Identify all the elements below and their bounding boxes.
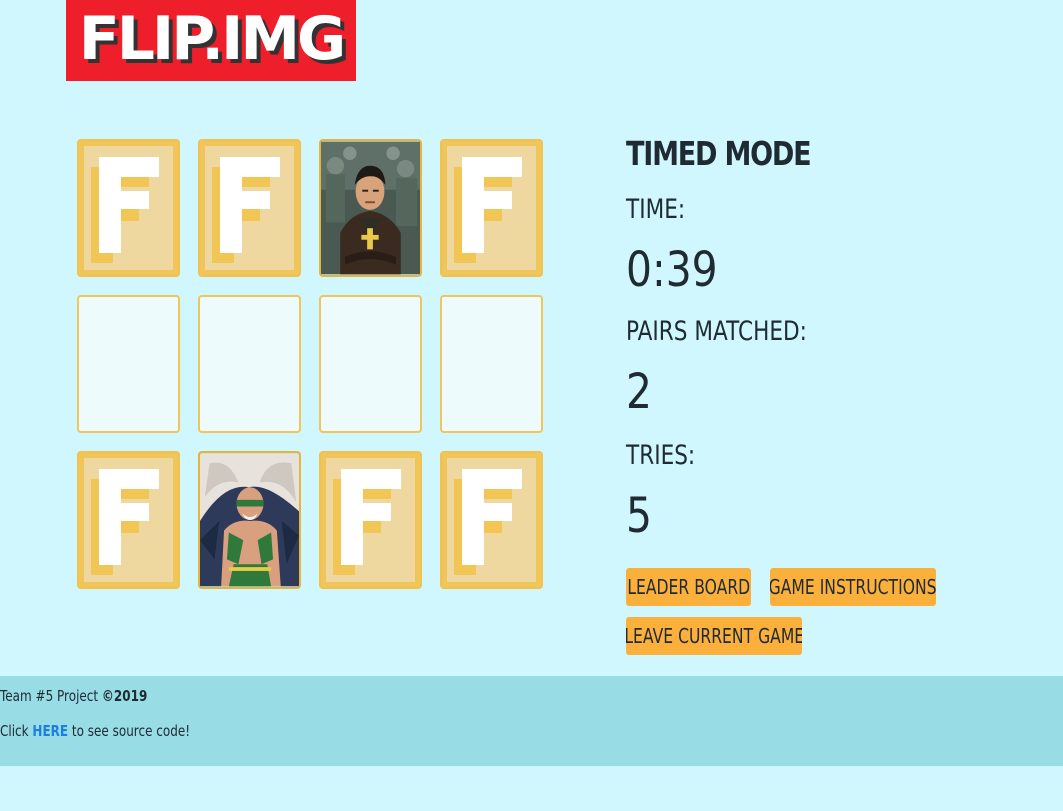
card-back-f-emblem: [462, 503, 512, 521]
soldier-portrait-image: [321, 141, 420, 275]
footer-team-line: Team #5 Project ©2019: [0, 687, 147, 705]
heroine-portrait-image: [200, 453, 299, 587]
card-back-f-emblem: [462, 157, 522, 177]
time-value: 0:39: [626, 242, 718, 298]
logo-text: FLIP.IMG: [78, 3, 347, 74]
card-back-f-emblem: [99, 469, 159, 489]
card-back-f-emblem: [99, 157, 159, 177]
card-face-soldier: [319, 139, 422, 277]
game-instructions-button-label: GAME INSTRUCTIONS: [770, 575, 936, 599]
card-back-f-emblem: [341, 503, 391, 521]
card-face-heroine: [198, 451, 301, 589]
card-back-f-emblem: [462, 469, 522, 489]
time-label: TIME:: [626, 194, 686, 225]
footer-team-text: Team #5 Project: [0, 687, 102, 705]
footer-click-suffix: to see source code!: [68, 722, 191, 740]
mode-title: TIMED MODE: [626, 134, 812, 173]
logo: FLIP.IMG: [66, 0, 356, 81]
footer: Team #5 Project ©2019 Click HERE to see …: [0, 676, 1063, 766]
card-back[interactable]: [198, 139, 301, 277]
card-back-f-emblem: [220, 157, 280, 177]
card-back-f-emblem: [99, 503, 149, 521]
card-back-f-emblem: [341, 469, 401, 489]
card-matched-empty: [198, 295, 301, 433]
card-back[interactable]: [319, 451, 422, 589]
card-matched-empty: [319, 295, 422, 433]
source-code-link[interactable]: HERE: [32, 722, 68, 740]
card-back-f-emblem: [462, 191, 512, 209]
pairs-matched-label: PAIRS MATCHED:: [626, 316, 807, 347]
card-matched-empty: [77, 295, 180, 433]
footer-source-line: Click HERE to see source code!: [0, 722, 190, 740]
tries-label: TRIES:: [626, 440, 696, 471]
card-back[interactable]: [440, 139, 543, 277]
footer-copyright: ©2019: [101, 687, 148, 705]
leave-game-button[interactable]: LEAVE CURRENT GAME: [626, 617, 802, 655]
leaderboard-button[interactable]: LEADER BOARD: [626, 568, 751, 606]
card-back[interactable]: [77, 139, 180, 277]
tries-value: 5: [626, 488, 652, 544]
card-matched-empty: [440, 295, 543, 433]
game-instructions-button[interactable]: GAME INSTRUCTIONS: [770, 568, 936, 606]
leave-game-button-label: LEAVE CURRENT GAME: [626, 624, 802, 648]
card-back-f-emblem: [99, 191, 149, 209]
card-back-f-emblem: [220, 191, 270, 209]
card-back[interactable]: [440, 451, 543, 589]
leaderboard-button-label: LEADER BOARD: [627, 575, 750, 599]
footer-click-prefix: Click: [0, 722, 33, 740]
pairs-matched-value: 2: [626, 364, 652, 420]
card-back[interactable]: [77, 451, 180, 589]
